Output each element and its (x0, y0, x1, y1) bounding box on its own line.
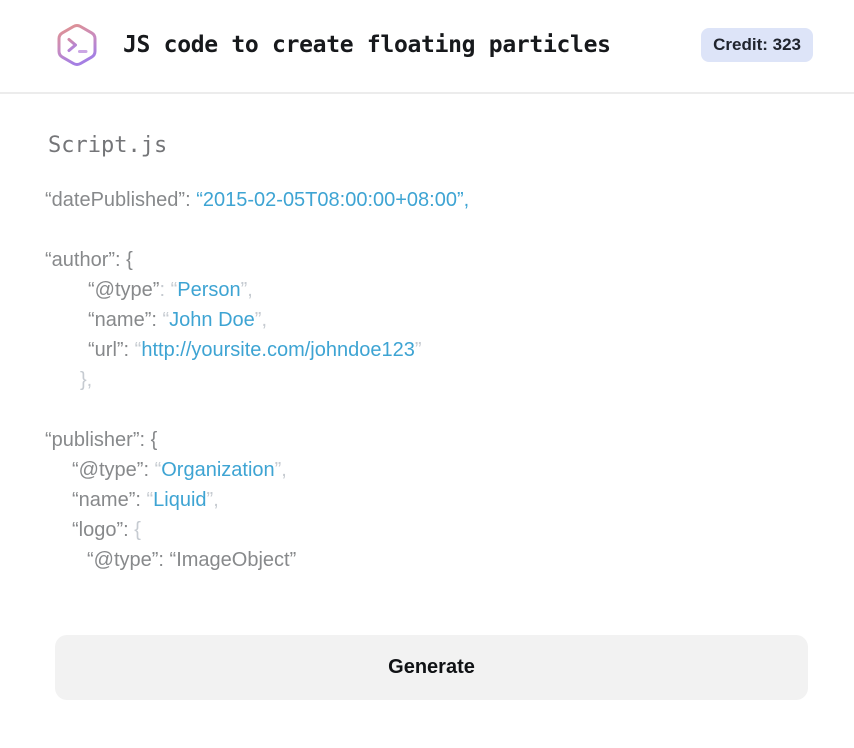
terminal-hexagon-icon (55, 22, 99, 68)
generate-button[interactable]: Generate (55, 635, 808, 700)
code-segment: }, (80, 369, 93, 391)
code-segment: : (159, 279, 171, 301)
code-segment: ”, (206, 489, 219, 511)
code-segment: “name” (88, 309, 152, 331)
code-line: “datePublished”: “2015-02-05T08:00:00+08… (45, 185, 814, 215)
code-line: }, (45, 365, 814, 395)
code-line: “author”: { (45, 245, 814, 275)
code-segment: : (185, 189, 197, 211)
code-segment: “publisher” (45, 429, 140, 451)
code-segment: : (135, 489, 147, 511)
code-segment: John Doe (169, 309, 255, 331)
code-segment: “@type” (88, 279, 160, 301)
code-segment: ”, (254, 309, 267, 331)
code-segment: “@type” (72, 459, 144, 481)
code-segment: ”, (240, 279, 253, 301)
code-segment: : (123, 519, 135, 541)
code-segment: { (134, 519, 141, 541)
code-line: “@type”: “Organization”, (45, 455, 814, 485)
code-segment: “2015-02-05T08:00:00+08:00”, (196, 189, 470, 211)
footer: Generate (0, 575, 854, 700)
code-segment: “logo” (72, 519, 124, 541)
code-line: “name”: “John Doe”, (45, 305, 814, 335)
code-segment: : { (139, 429, 158, 451)
code-block: “datePublished”: “2015-02-05T08:00:00+08… (45, 185, 814, 575)
code-line: “publisher”: { (45, 425, 814, 455)
code-segment: : (143, 459, 155, 481)
code-segment: Organization (161, 459, 275, 481)
code-segment: “name” (72, 489, 136, 511)
code-segment: Liquid (153, 489, 207, 511)
code-segment: : { (115, 249, 133, 271)
code-segment: “datePublished” (45, 189, 186, 211)
main-content: Script.js “datePublished”: “2015-02-05T0… (0, 94, 854, 575)
code-segment: “author” (45, 249, 116, 271)
code-segment: Person (177, 279, 241, 301)
page-title: JS code to create floating particles (123, 32, 611, 58)
credit-badge: Credit: 323 (701, 28, 813, 62)
code-line: “url”: “http://yoursite.com/johndoe123” (45, 335, 814, 365)
code-line: “logo”: { (45, 515, 814, 545)
code-segment: : (151, 309, 163, 331)
code-segment: http://yoursite.com/johndoe123 (141, 339, 415, 361)
code-segment: : (123, 339, 135, 361)
code-segment: ” (414, 339, 422, 361)
code-segment: ”, (274, 459, 287, 481)
header: JS code to create floating particles Cre… (0, 0, 854, 94)
code-segment: “url” (88, 339, 124, 361)
script-filename-heading: Script.js (48, 133, 168, 158)
code-line: “@type”: “Person”, (45, 275, 814, 305)
code-line: “@type”: “ImageObject” (45, 545, 814, 575)
code-line: “name”: “Liquid”, (45, 485, 814, 515)
code-segment: “@type”: “ImageObject” (87, 549, 297, 571)
